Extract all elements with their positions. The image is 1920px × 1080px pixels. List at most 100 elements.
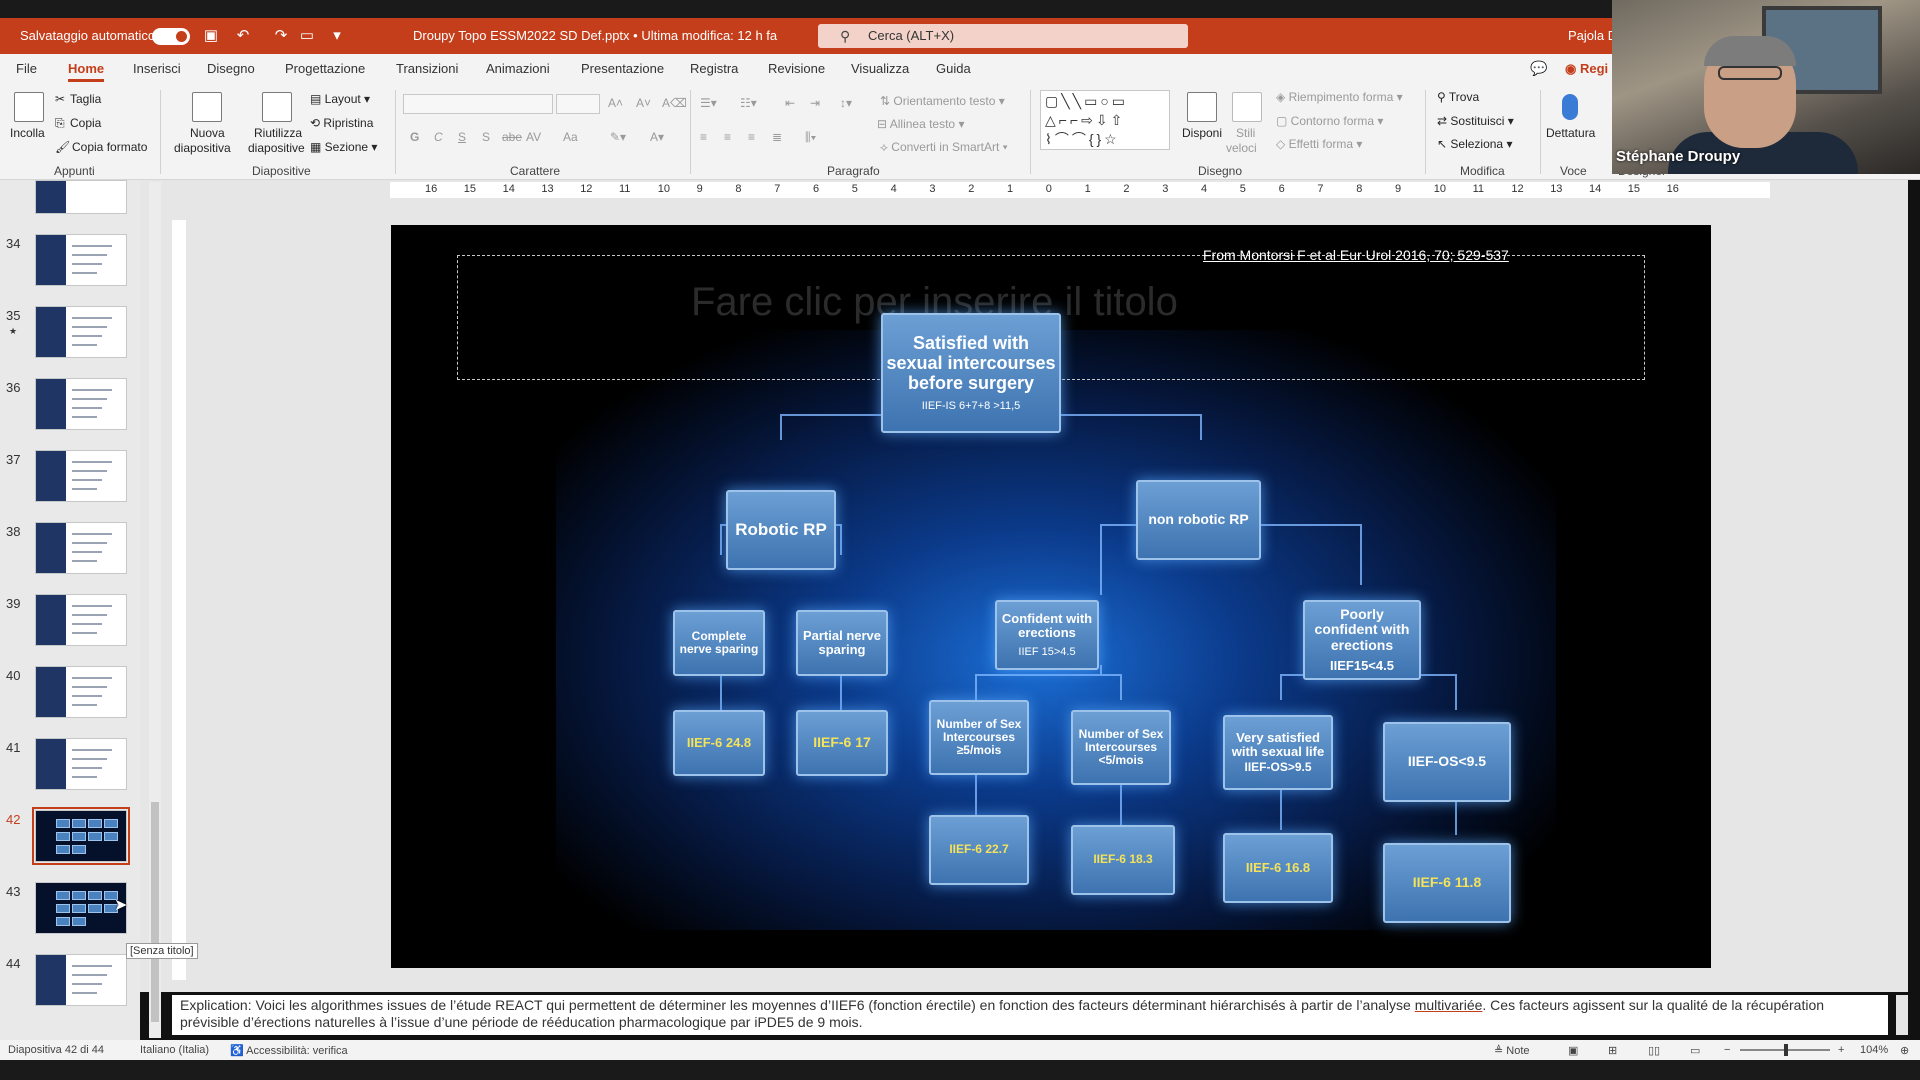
layout-button[interactable]: ▤ Layout ▾ <box>310 92 370 106</box>
cut-button[interactable]: Taglia <box>70 92 101 106</box>
slide-thumbnail[interactable] <box>35 378 127 430</box>
replace-button[interactable]: ⇄ Sostituisci ▾ <box>1437 114 1514 128</box>
slide-thumbnail[interactable] <box>35 738 127 790</box>
tab-revisione[interactable]: Revisione <box>768 54 825 84</box>
slide-thumbnail[interactable] <box>35 306 127 358</box>
slide-thumbnail[interactable] <box>35 954 127 1006</box>
numbering-icon[interactable]: ☷▾ <box>740 96 757 110</box>
align-text-button[interactable]: ⊟ Allinea testo ▾ <box>877 117 964 131</box>
paste-button[interactable]: Incolla <box>10 126 45 140</box>
align-left-icon[interactable]: ≡ <box>700 130 707 144</box>
microphone-icon[interactable] <box>1562 94 1578 120</box>
slide-thumbnail[interactable] <box>35 594 127 646</box>
new-slide-icon[interactable] <box>192 92 222 122</box>
clear-format-icon[interactable]: A⌫ <box>662 96 687 110</box>
save-icon[interactable]: ▣ <box>202 27 220 45</box>
shrink-font-icon[interactable]: A˅ <box>636 96 651 110</box>
fit-slide-icon[interactable]: ⊕ <box>1900 1044 1909 1057</box>
reuse-slides-label-2[interactable]: diapositive <box>248 141 305 155</box>
align-center-icon[interactable]: ≡ <box>724 130 731 144</box>
new-slide-label-2[interactable]: diapositiva <box>174 141 231 155</box>
bold-button[interactable]: G <box>410 130 419 144</box>
columns-icon[interactable]: ⫼▾ <box>805 130 816 145</box>
char-spacing-button[interactable]: AV <box>526 130 541 144</box>
dictate-button[interactable]: Dettatura <box>1546 126 1595 140</box>
grow-font-icon[interactable]: A˄ <box>608 96 623 110</box>
undo-icon[interactable]: ↶ <box>234 27 252 45</box>
tab-registra[interactable]: Registra <box>690 54 738 84</box>
slide-sorter-icon[interactable]: ⊞ <box>1608 1044 1617 1057</box>
slide-thumbnail[interactable] <box>35 450 127 502</box>
bullets-icon[interactable]: ☰▾ <box>700 96 717 110</box>
accessibility-button[interactable]: ♿ Accessibilità: verifica <box>230 1044 348 1057</box>
tab-transizioni[interactable]: Transizioni <box>396 54 458 84</box>
redo-icon[interactable]: ↷ <box>272 27 290 45</box>
current-slide[interactable]: Fare clic per inserire il titolo From Mo… <box>391 225 1711 968</box>
tab-presentazione[interactable]: Presentazione <box>581 54 664 84</box>
tab-home[interactable]: Home <box>68 54 105 84</box>
notes-scrollbar[interactable] <box>1896 995 1908 1035</box>
copy-button[interactable]: Copia <box>70 116 101 130</box>
tab-progettazione[interactable]: Progettazione <box>285 54 365 84</box>
zoom-in-icon[interactable]: + <box>1838 1044 1844 1056</box>
slide-thumbnail[interactable] <box>35 522 127 574</box>
font-size-dropdown[interactable] <box>556 94 600 114</box>
slideshow-icon[interactable]: ▭ <box>1690 1044 1700 1057</box>
tab-guida[interactable]: Guida <box>936 54 971 84</box>
reset-button[interactable]: ⟲ Ripristina <box>310 116 373 130</box>
text-direction-button[interactable]: ⇅ Orientamento testo ▾ <box>880 94 1005 108</box>
section-button[interactable]: ▦ Sezione ▾ <box>310 140 377 154</box>
reuse-slides-label[interactable]: Riutilizza <box>254 126 302 140</box>
zoom-slider[interactable] <box>1740 1044 1830 1056</box>
slide-thumbnail-partial[interactable] <box>35 180 127 214</box>
present-icon[interactable]: ▭ <box>298 27 316 45</box>
select-button[interactable]: ↖ Seleziona ▾ <box>1437 137 1512 151</box>
shape-fill-button[interactable]: ◈ Riempimento forma ▾ <box>1276 90 1403 104</box>
notes-toggle-button[interactable]: ≜ Note <box>1494 1044 1530 1057</box>
language-indicator[interactable]: Italiano (Italia) <box>140 1044 209 1056</box>
new-slide-label[interactable]: Nuova <box>190 126 225 140</box>
arrange-button[interactable]: Disponi <box>1182 126 1222 140</box>
align-right-icon[interactable]: ≡ <box>748 130 755 144</box>
strikethrough-button[interactable]: abe <box>502 130 522 144</box>
record-button[interactable]: ◉ Regi <box>1565 58 1608 80</box>
line-spacing-icon[interactable]: ↕▾ <box>840 96 852 110</box>
highlight-icon[interactable]: ✎▾ <box>610 130 626 144</box>
slide-thumbnail[interactable] <box>35 234 127 286</box>
user-name[interactable]: Pajola D <box>1568 18 1617 54</box>
italic-button[interactable]: C <box>434 130 443 144</box>
zoom-level[interactable]: 104% <box>1860 1044 1888 1056</box>
slide-thumbnail[interactable] <box>32 807 130 865</box>
reuse-slides-icon[interactable] <box>262 92 292 122</box>
shapes-gallery[interactable]: ▢╲╲▭○▭ △⌐⌐⇨⇩⇧ ⌇⌒⌒{}☆ <box>1040 90 1170 150</box>
decrease-indent-icon[interactable]: ⇤ <box>785 96 795 110</box>
search-box[interactable]: ⚲ Cerca (ALT+X) <box>818 24 1188 48</box>
slide-thumbnail[interactable] <box>35 666 127 718</box>
change-case-button[interactable]: Aa <box>563 130 578 144</box>
tab-visualizza[interactable]: Visualizza <box>851 54 909 84</box>
justify-icon[interactable]: ≣ <box>772 130 782 144</box>
font-color-icon[interactable]: A▾ <box>650 130 664 144</box>
tab-disegno[interactable]: Disegno <box>207 54 255 84</box>
font-name-dropdown[interactable] <box>403 94 553 114</box>
underline-button[interactable]: S <box>458 130 466 144</box>
reading-view-icon[interactable]: ▯▯ <box>1648 1044 1660 1057</box>
increase-indent-icon[interactable]: ⇥ <box>810 96 820 110</box>
notes-pane[interactable]: Explication: Voici les algorithmes issue… <box>172 995 1888 1035</box>
shape-effects-button[interactable]: ◇ Effetti forma ▾ <box>1276 137 1362 151</box>
autosave-toggle[interactable] <box>152 28 190 45</box>
tab-inserisci[interactable]: Inserisci <box>133 54 181 84</box>
find-button[interactable]: ⚲ Trova <box>1437 90 1479 104</box>
quick-styles-label-2[interactable]: veloci <box>1226 141 1257 155</box>
file-title[interactable]: Droupy Topo ESSM2022 SD Def.pptx • Ultim… <box>413 18 777 54</box>
comments-icon[interactable]: 💬 <box>1530 60 1547 77</box>
tab-animazioni[interactable]: Animazioni <box>486 54 550 84</box>
smartart-button[interactable]: ⟡ Converti in SmartArt ▾ <box>880 140 1008 155</box>
normal-view-icon[interactable]: ▣ <box>1568 1044 1578 1057</box>
quick-styles-icon[interactable] <box>1232 92 1262 122</box>
shape-outline-button[interactable]: ▢ Contorno forma ▾ <box>1276 114 1383 128</box>
paste-icon[interactable] <box>14 92 44 122</box>
format-painter-button[interactable]: Copia formato <box>72 140 147 154</box>
customize-qat-icon[interactable]: ▾ <box>328 27 346 45</box>
arrange-icon[interactable] <box>1187 92 1217 122</box>
